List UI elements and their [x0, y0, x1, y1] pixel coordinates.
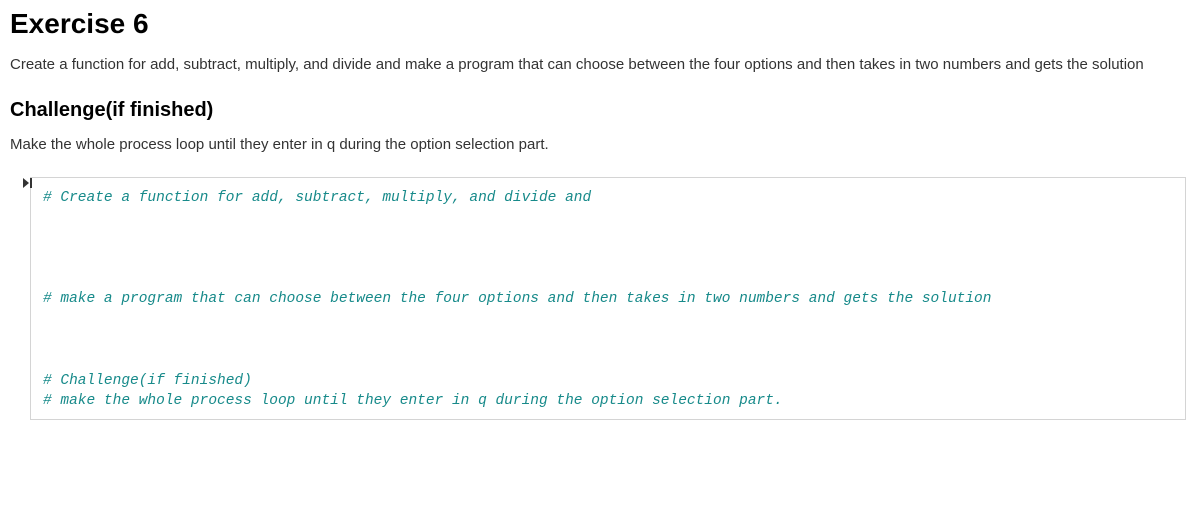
exercise-heading: Exercise 6 [10, 8, 1190, 40]
code-comment: # make the whole process loop until they… [43, 393, 783, 409]
code-line: # make a program that can choose between… [43, 289, 1173, 309]
code-line: # make the whole process loop until they… [43, 391, 1173, 411]
code-line [43, 350, 1173, 370]
code-line: # Create a function for add, subtract, m… [43, 188, 1173, 208]
code-line [43, 229, 1173, 249]
code-line [43, 249, 1173, 269]
code-line [43, 310, 1173, 330]
code-cell[interactable]: # Create a function for add, subtract, m… [30, 177, 1186, 420]
cell-collapse-icon[interactable] [22, 177, 34, 192]
code-line [43, 208, 1173, 228]
code-comment: # Challenge(if finished) [43, 373, 252, 389]
code-comment: # Create a function for add, subtract, m… [43, 190, 591, 206]
code-line [43, 269, 1173, 289]
challenge-heading: Challenge(if finished) [10, 99, 1190, 122]
code-comment: # make a program that can choose between… [43, 291, 991, 307]
step-forward-icon [22, 177, 34, 189]
exercise-description: Create a function for add, subtract, mul… [10, 54, 1190, 75]
code-cell-container: # Create a function for add, subtract, m… [10, 177, 1190, 420]
code-line [43, 330, 1173, 350]
challenge-description: Make the whole process loop until they e… [10, 134, 1190, 155]
code-line: # Challenge(if finished) [43, 371, 1173, 391]
